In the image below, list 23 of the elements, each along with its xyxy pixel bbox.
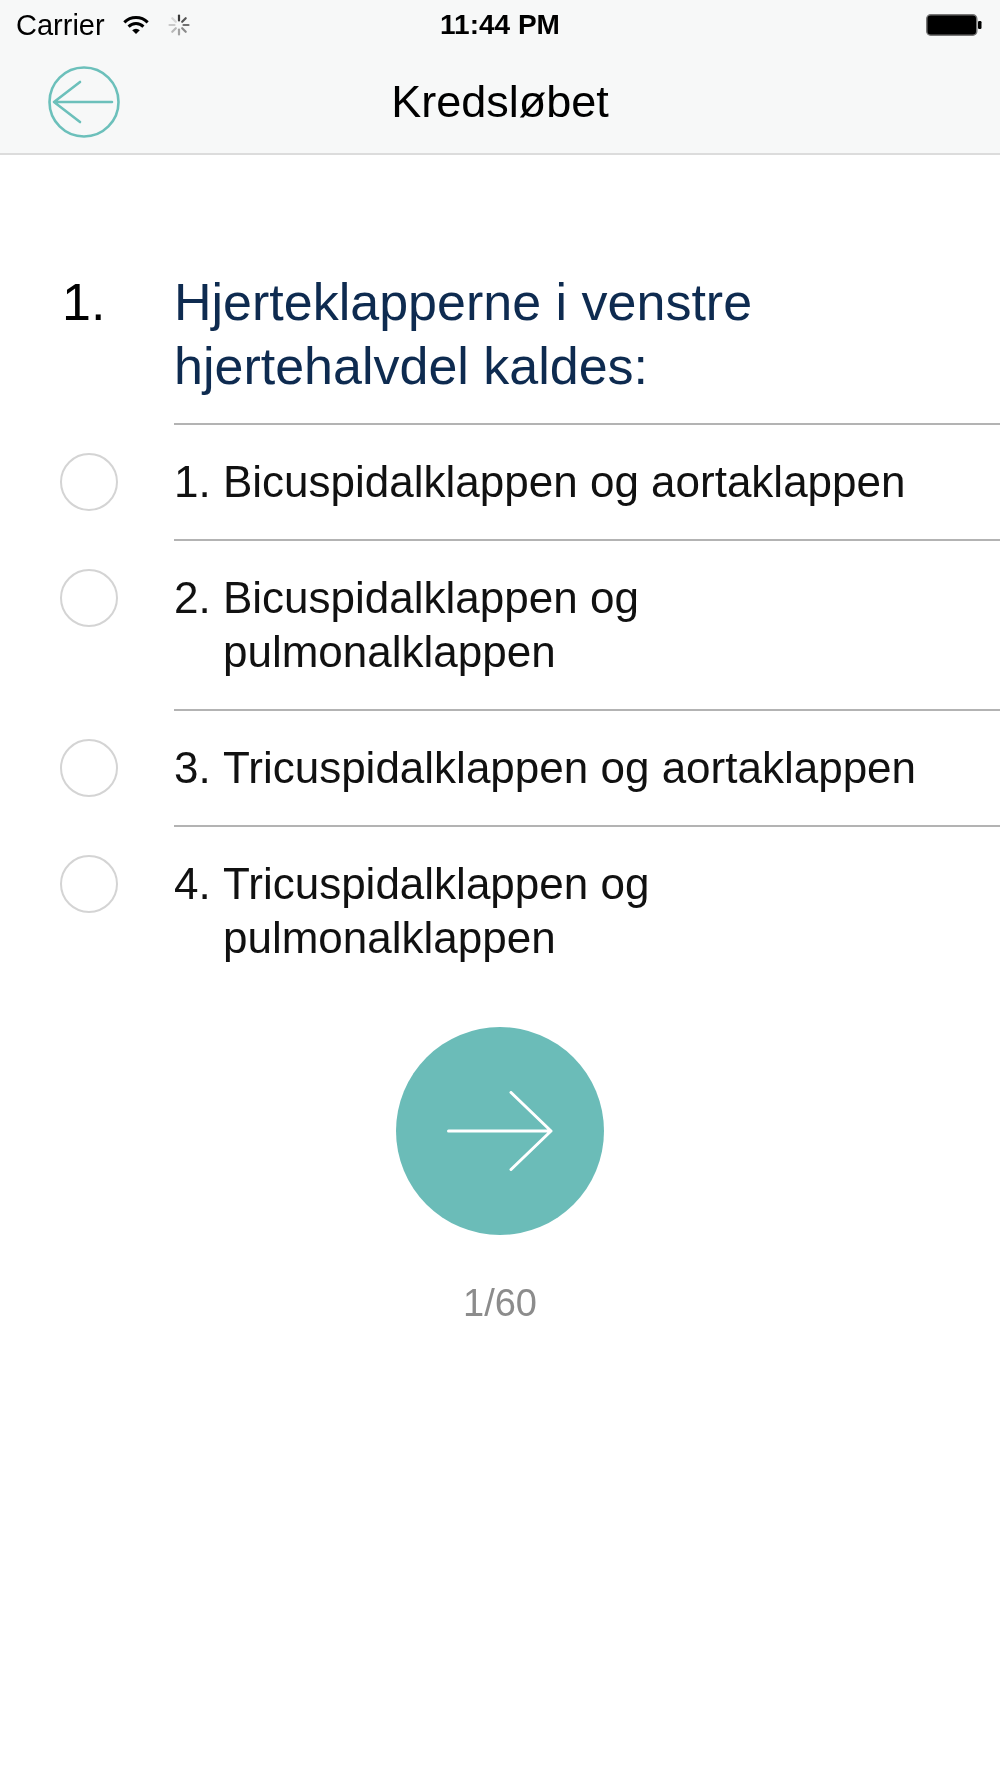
radio-button[interactable] [60,453,118,511]
wifi-icon [121,15,150,35]
radio-button[interactable] [60,855,118,913]
radio-button[interactable] [60,739,118,797]
option-number: 3. [174,742,212,794]
option-label: Tricuspidalklappen og pulmonalklappen [223,858,651,964]
question-text: Hjerteklapperne i venstre hjertehalvdel kaldes: [174,272,754,397]
option-number: 4. [174,858,212,910]
loading-spinner-icon [167,14,190,36]
option-label: Bicuspidalklappen og pulmonalklappen [223,572,640,678]
arrow-right-icon [447,1091,553,1171]
status-time: 11:44 PM [440,8,560,42]
battery-icon [926,14,982,36]
screen-title: Kredsløbet [391,74,609,129]
option-label: Tricuspidalklappen og aortaklappen [223,742,918,794]
carrier-name: Carrier [16,8,105,42]
radio-button[interactable] [60,569,118,627]
back-button[interactable] [48,65,120,138]
question-number: 1. [62,272,107,333]
option-label: Bicuspidalklappen og aortaklappen [223,456,907,508]
option-number: 2. [174,572,212,624]
progress-counter: 1/60 [463,1281,537,1325]
option-number: 1. [174,456,212,508]
